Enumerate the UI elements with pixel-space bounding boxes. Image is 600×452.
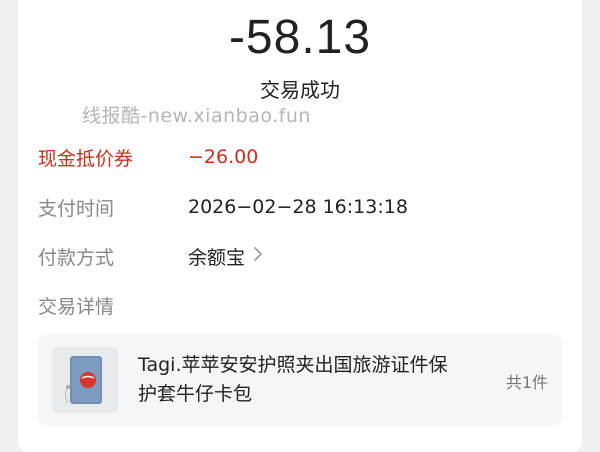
transaction-amount: -58.13 xyxy=(228,11,372,64)
product-name[interactable]: Tagi.苹苹安安护照夹出国旅游证件保护套牛仔卡包 xyxy=(138,351,448,409)
watermark-text: 线报酷-new.xianbao.fun xyxy=(82,105,311,127)
detail-row-pay-time: 支付时间 2026−02−28 16:13:18 xyxy=(38,192,558,222)
trade-detail-label: 交易详情 xyxy=(38,295,115,318)
coupon-value: −26.00 xyxy=(188,146,259,168)
coupon-label: 现金抵价券 xyxy=(38,147,134,170)
detail-row-coupon: 现金抵价券 −26.00 xyxy=(38,142,558,172)
pay-time-label: 支付时间 xyxy=(38,197,115,220)
product-card[interactable]: Tagi.苹苹安安护照夹出国旅游证件保护套牛仔卡包 共1件 xyxy=(38,333,562,427)
detail-row-trade-detail: 交易详情 xyxy=(38,290,558,320)
product-quantity: 共1件 xyxy=(505,373,548,392)
detail-row-payment-method[interactable]: 付款方式 余额宝 xyxy=(38,241,558,271)
product-thumbnail[interactable] xyxy=(52,347,118,413)
chevron-right-icon[interactable] xyxy=(253,245,263,267)
transaction-status: 交易成功 xyxy=(260,78,340,102)
pay-time-value: 2026−02−28 16:13:18 xyxy=(188,196,408,218)
payment-method-label: 付款方式 xyxy=(38,246,115,269)
payment-method-value[interactable]: 余额宝 xyxy=(188,243,245,270)
